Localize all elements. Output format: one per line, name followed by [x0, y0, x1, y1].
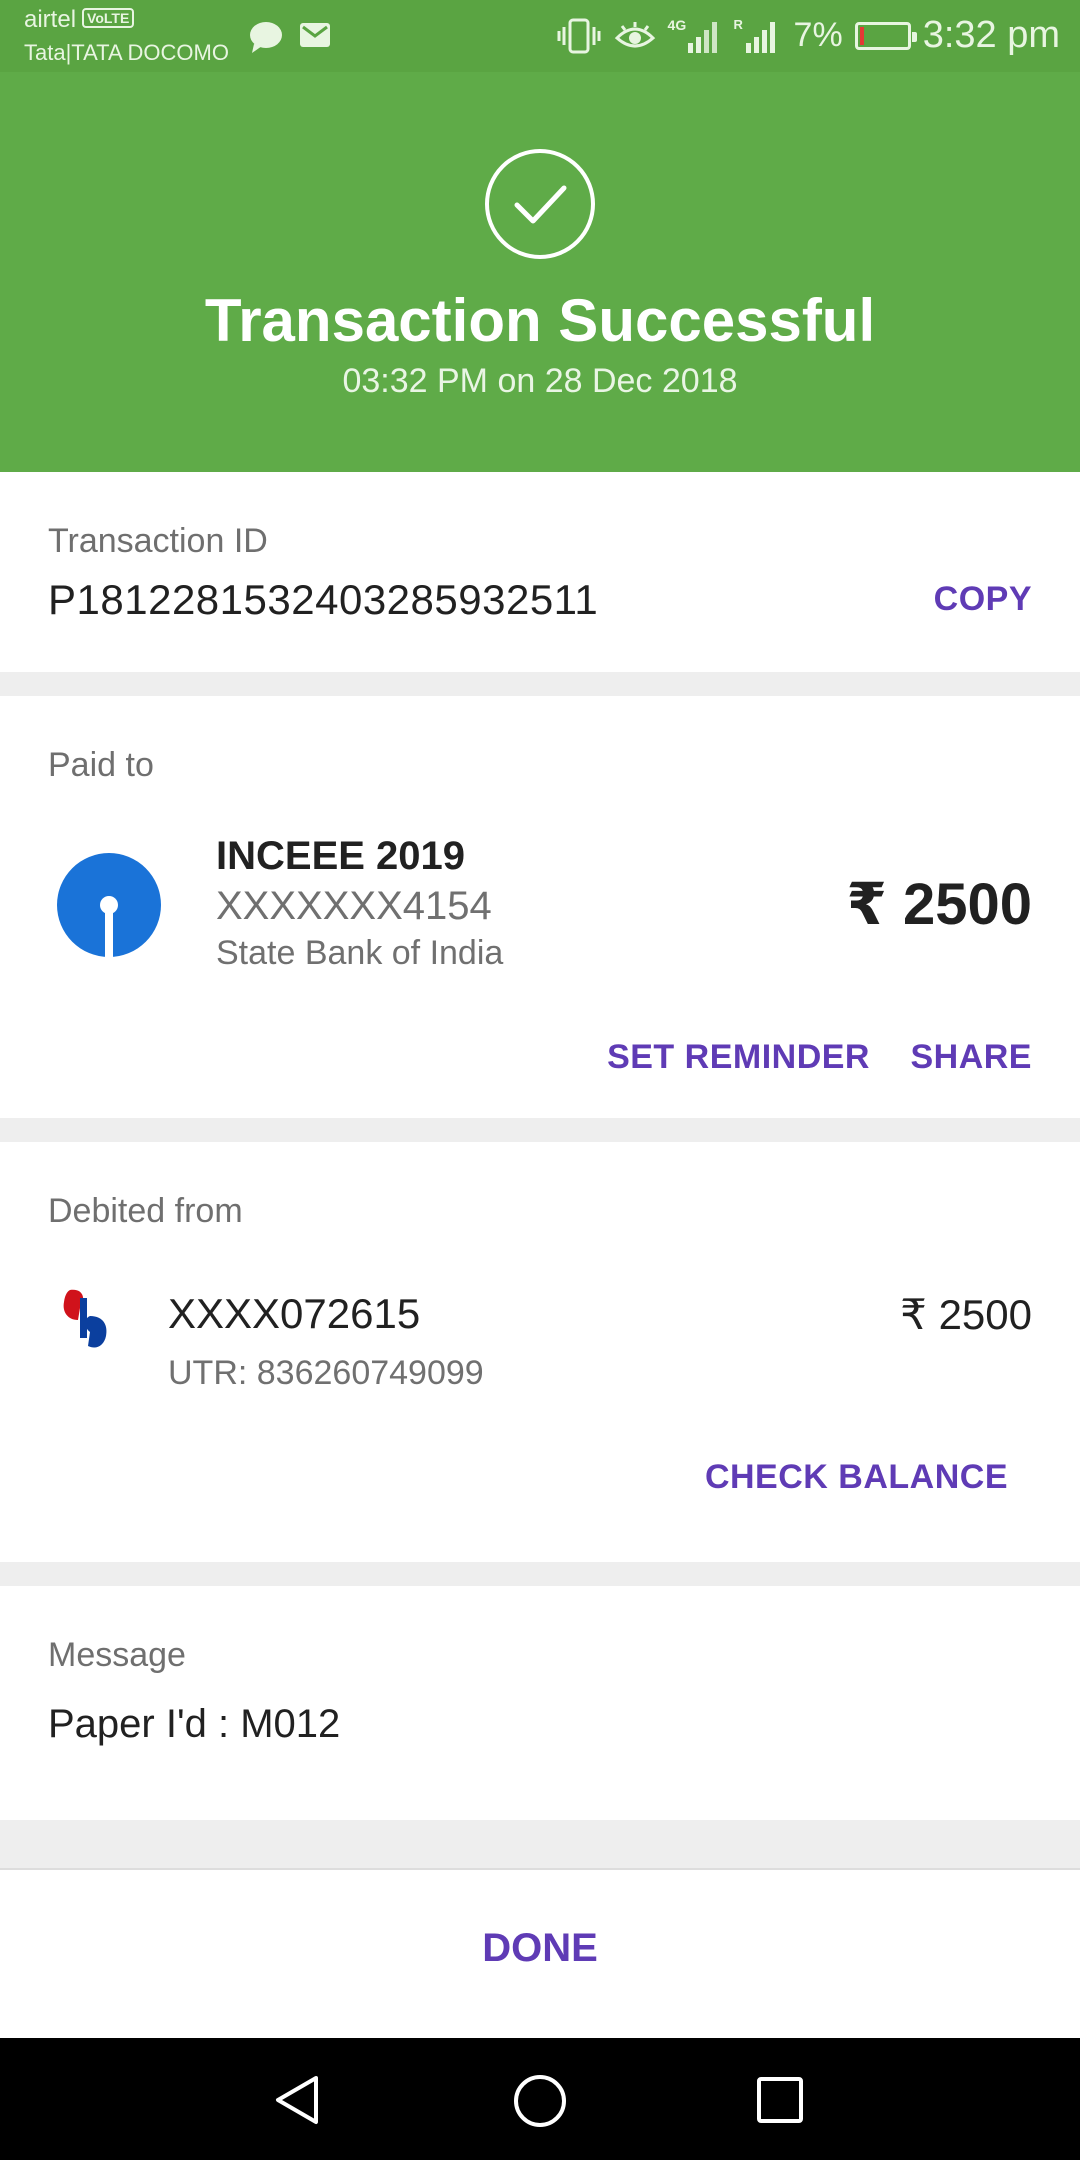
- battery-fill: [859, 26, 864, 45]
- signal-4g: 4G: [668, 17, 722, 55]
- section-divider: [0, 1562, 1080, 1586]
- message-label: Message: [48, 1636, 186, 1674]
- done-button[interactable]: DONE: [0, 1926, 1080, 1971]
- vibrate-icon: [557, 18, 601, 53]
- check-circle-icon: [485, 149, 595, 259]
- eye-comfort-icon: [614, 21, 655, 47]
- paid-to-label: Paid to: [48, 746, 154, 784]
- share-button[interactable]: SHARE: [910, 1038, 1032, 1077]
- section-divider: [0, 672, 1080, 696]
- mail-icon: [300, 23, 330, 47]
- clock: 3:32 pm: [922, 14, 1060, 56]
- debited-amount: ₹ 2500: [900, 1291, 1032, 1338]
- home-icon[interactable]: [513, 2074, 567, 2128]
- transaction-id-value: P1812281532403285932511: [48, 576, 599, 623]
- sbi-logo-icon: [57, 853, 161, 958]
- carrier-primary: airtel VoLTE: [24, 6, 135, 34]
- notification-icons: [248, 20, 332, 54]
- chat-icon: [250, 22, 282, 53]
- recents-icon[interactable]: [756, 2076, 804, 2124]
- section-divider: [0, 1118, 1080, 1142]
- navigation-bar: [0, 2038, 1080, 2160]
- volte-badge: VoLTE: [82, 8, 135, 28]
- done-bar: DONE: [0, 1868, 1080, 2038]
- transaction-id-label: Transaction ID: [48, 522, 268, 560]
- bank-logo-icon: [63, 1289, 107, 1348]
- success-header: Transaction Successful 03:32 PM on 28 De…: [0, 72, 1080, 472]
- utr-number: UTR: 836260749099: [168, 1354, 484, 1392]
- carrier-secondary: Tata|TATA DOCOMO: [24, 40, 229, 65]
- signal-roaming: R: [734, 17, 782, 55]
- carrier-name: airtel: [24, 6, 77, 33]
- section-divider: [0, 1820, 1080, 1868]
- set-reminder-button[interactable]: SET REMINDER: [607, 1038, 870, 1077]
- payee-bank: State Bank of India: [216, 934, 504, 972]
- status-bar: airtel VoLTE Tata|TATA DOCOMO 4G R 7% 3:…: [0, 0, 1080, 72]
- back-icon[interactable]: [272, 2074, 322, 2126]
- paid-amount: ₹ 2500: [846, 872, 1033, 937]
- debit-account: XXXX072615: [168, 1290, 421, 1337]
- battery-percent: 7%: [793, 16, 843, 54]
- signal-icon: [745, 21, 775, 53]
- battery-icon: [854, 21, 917, 50]
- check-balance-button[interactable]: CHECK BALANCE: [705, 1458, 1008, 1497]
- payee-account: XXXXXXX4154: [216, 884, 492, 928]
- copy-button[interactable]: COPY: [934, 580, 1032, 619]
- payee-name: INCEEE 2019: [216, 834, 466, 878]
- debited-from-label: Debited from: [48, 1192, 243, 1230]
- signal-icon: [687, 21, 717, 53]
- status-indicators: 4G R 7% 3:32 pm: [556, 14, 1060, 57]
- transaction-datetime: 03:32 PM on 28 Dec 2018: [342, 362, 738, 400]
- message-text: Paper I'd : M012: [48, 1702, 341, 1746]
- page-title: Transaction Successful: [204, 287, 876, 354]
